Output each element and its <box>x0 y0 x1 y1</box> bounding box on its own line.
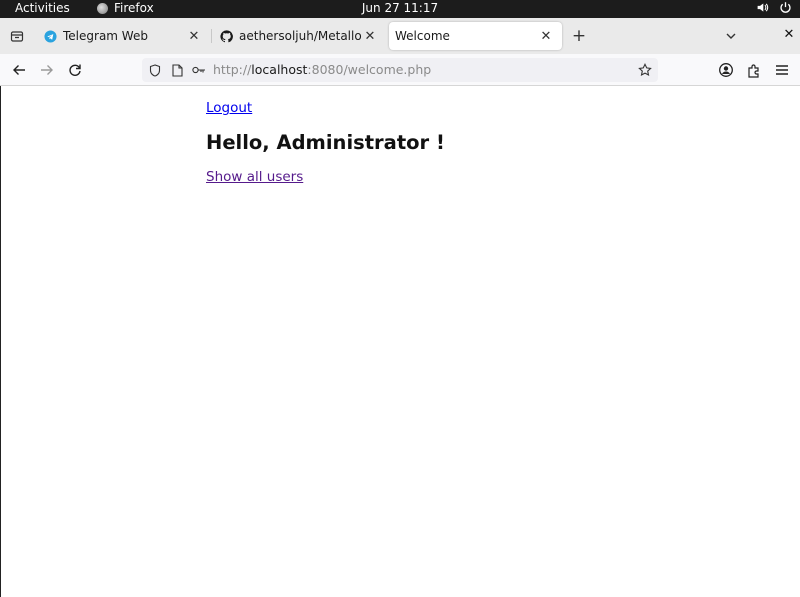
tab-overview-icon <box>10 31 24 42</box>
tab-overview-button[interactable] <box>6 26 28 46</box>
system-tray[interactable] <box>756 1 792 14</box>
reload-icon <box>69 64 81 76</box>
close-tab-icon[interactable]: ✕ <box>186 28 202 44</box>
clock[interactable]: Jun 27 11:17 <box>0 1 800 15</box>
new-tab-button[interactable]: + <box>570 27 588 45</box>
extensions-button[interactable] <box>745 61 763 79</box>
arrow-left-icon <box>13 65 25 75</box>
tab-welcome[interactable]: Welcome ✕ <box>389 22 562 50</box>
tab-title: Welcome <box>395 29 450 43</box>
close-tab-icon[interactable]: ✕ <box>538 28 554 44</box>
speaker-icon <box>757 3 769 12</box>
navigation-bar: http://localhost:8080/welcome.php <box>0 54 800 86</box>
back-button[interactable] <box>9 60 29 80</box>
show-all-users-link[interactable]: Show all users <box>206 169 303 185</box>
shield-icon[interactable] <box>148 63 162 77</box>
tab-telegram[interactable]: Telegram Web ✕ <box>37 22 210 50</box>
window-close-button[interactable]: ✕ <box>781 27 797 45</box>
menu-button[interactable] <box>773 61 791 79</box>
url-text[interactable]: http://localhost:8080/welcome.php <box>213 62 431 77</box>
chevron-down-icon <box>726 33 736 39</box>
github-icon <box>220 29 233 42</box>
key-icon[interactable] <box>192 63 206 77</box>
tab-github[interactable]: aethersoljuh/Metallov_ ✕ <box>213 22 386 50</box>
address-bar[interactable]: http://localhost:8080/welcome.php <box>142 58 658 82</box>
url-host: localhost <box>251 62 308 77</box>
tab-title: Telegram Web <box>63 29 148 43</box>
reload-button[interactable] <box>65 60 85 80</box>
logout-link[interactable]: Logout <box>206 100 252 116</box>
list-all-tabs-button[interactable] <box>722 27 740 45</box>
arrow-right-icon <box>41 65 53 75</box>
forward-button[interactable] <box>37 60 57 80</box>
greeting-heading: Hello, Administrator ! <box>206 131 445 154</box>
page-icon[interactable] <box>170 63 184 77</box>
tab-bar: Telegram Web ✕ aethersoljuh/Metallov_ ✕ … <box>0 18 800 54</box>
power-icon <box>780 2 791 13</box>
account-icon <box>719 63 733 77</box>
system-top-bar: Activities Firefox Jun 27 11:17 <box>0 0 800 18</box>
hamburger-menu-icon <box>776 65 788 75</box>
tab-divider <box>211 29 212 43</box>
bookmark-star-icon[interactable] <box>638 63 652 77</box>
page-content: Logout Hello, Administrator ! Show all u… <box>0 86 800 597</box>
url-scheme: http:// <box>213 62 252 77</box>
tab-title: aethersoljuh/Metallov_ <box>239 29 362 43</box>
close-tab-icon[interactable]: ✕ <box>362 28 378 44</box>
telegram-icon <box>44 29 57 43</box>
account-button[interactable] <box>717 61 735 79</box>
url-path: :8080/welcome.php <box>307 62 432 77</box>
puzzle-icon <box>747 63 759 78</box>
